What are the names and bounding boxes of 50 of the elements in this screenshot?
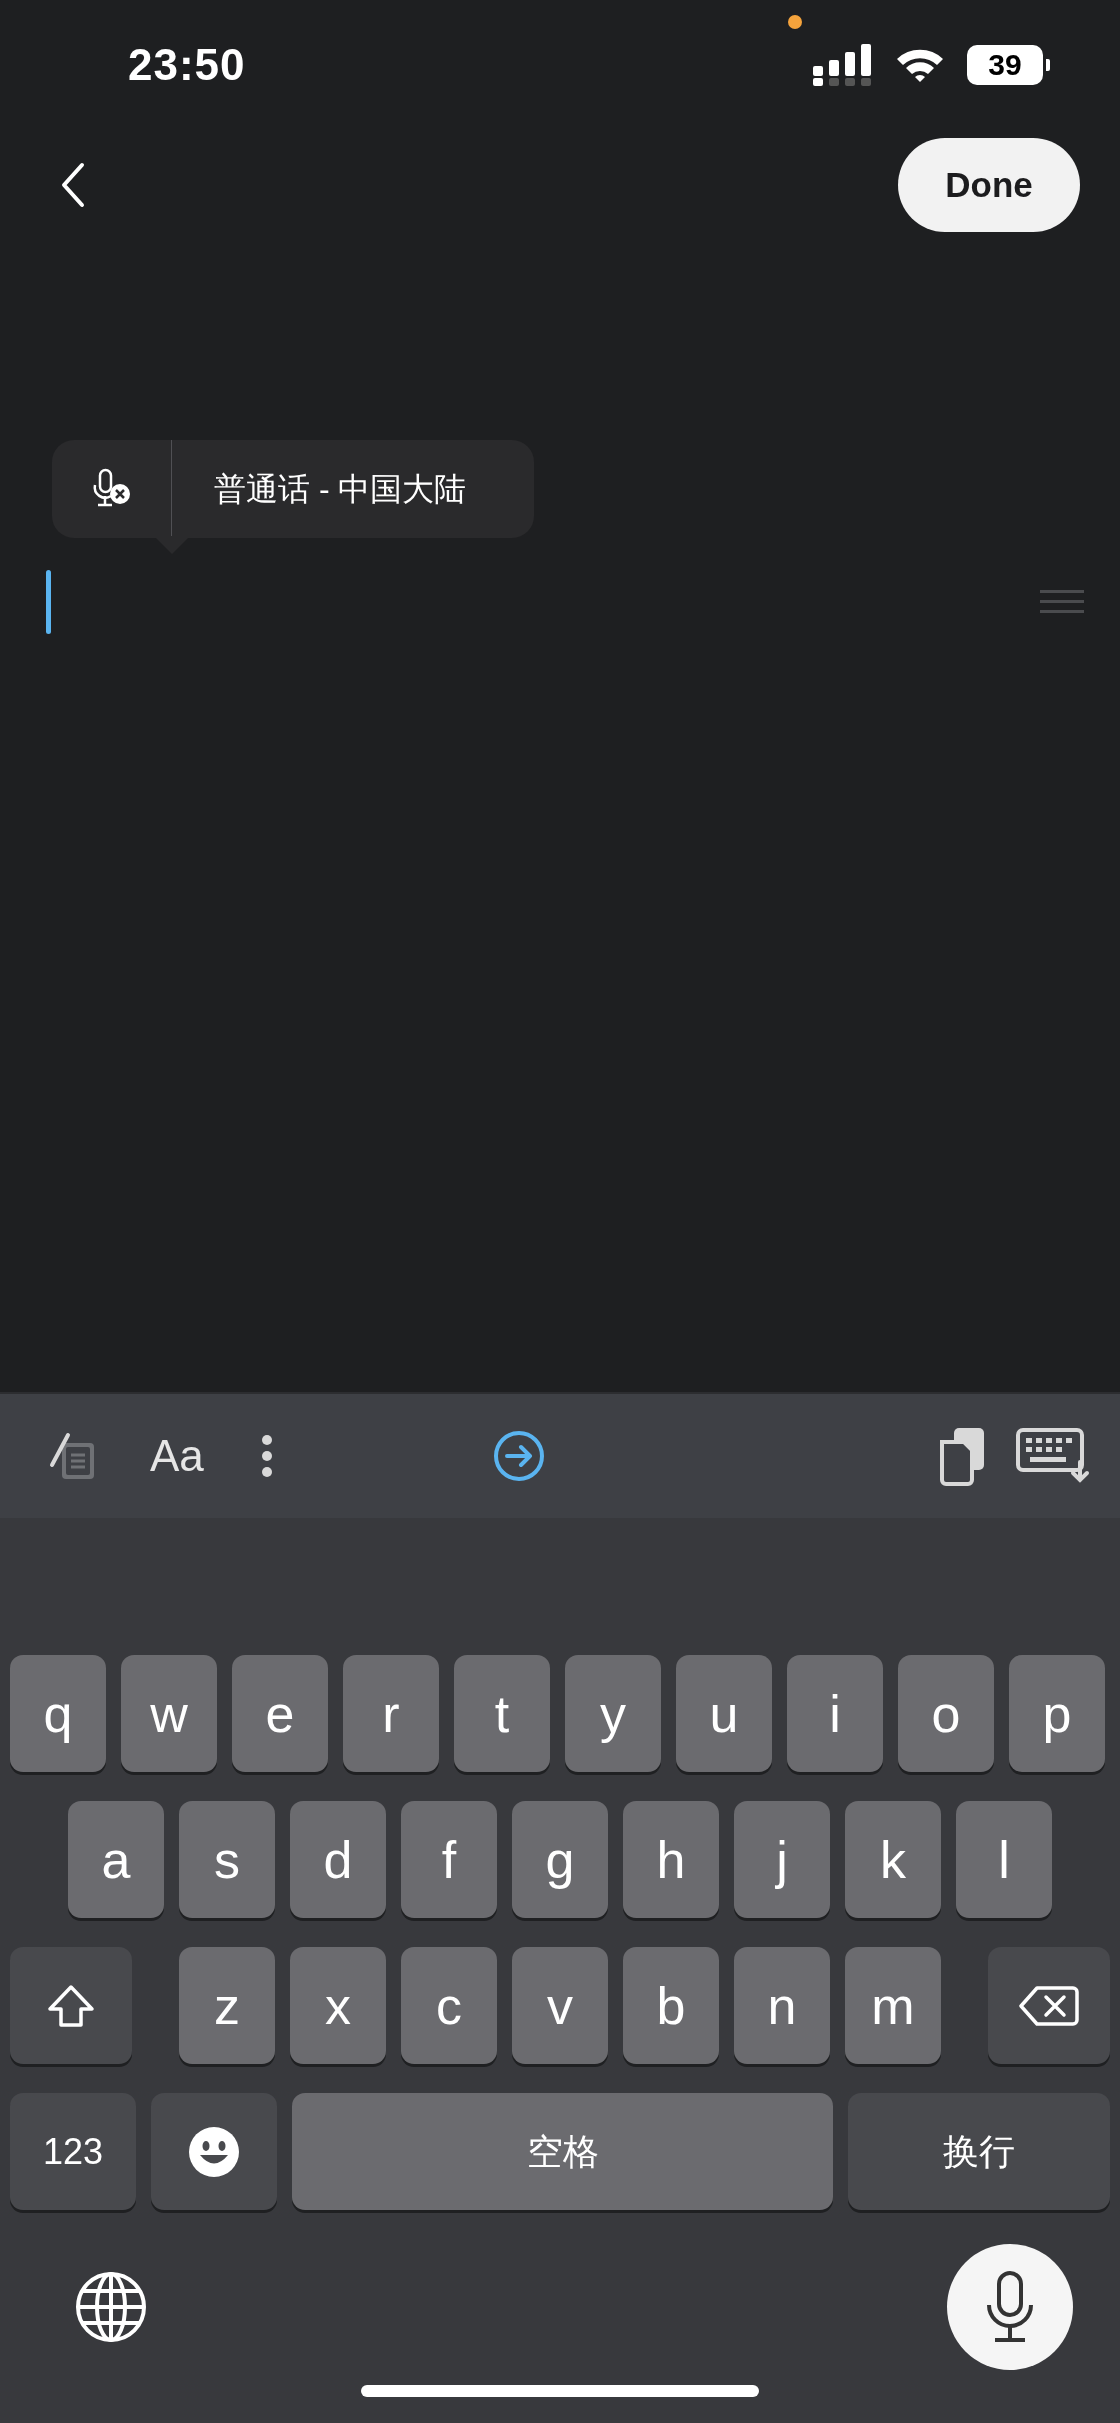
key[interactable]: v bbox=[512, 1947, 608, 2064]
key[interactable]: k bbox=[845, 1801, 941, 1918]
key[interactable]: m bbox=[845, 1947, 941, 2064]
key[interactable]: q bbox=[10, 1655, 106, 1772]
keyboard-icon[interactable] bbox=[1016, 1428, 1092, 1484]
key[interactable]: w bbox=[121, 1655, 217, 1772]
emoji-key[interactable] bbox=[151, 2093, 277, 2210]
key[interactable]: e bbox=[232, 1655, 328, 1772]
shift-key[interactable] bbox=[10, 1947, 132, 2064]
delete-icon bbox=[1019, 1984, 1079, 2027]
smiley-icon bbox=[188, 2125, 240, 2178]
space-key[interactable]: 空格 bbox=[292, 2093, 833, 2210]
key[interactable]: h bbox=[623, 1801, 719, 1918]
key[interactable]: d bbox=[290, 1801, 386, 1918]
wifi-icon bbox=[895, 47, 945, 83]
key[interactable]: o bbox=[898, 1655, 994, 1772]
key[interactable]: f bbox=[401, 1801, 497, 1918]
format-button[interactable]: Aa bbox=[150, 1423, 204, 1489]
mic-icon bbox=[985, 2271, 1035, 2343]
key[interactable]: r bbox=[343, 1655, 439, 1772]
drag-handle-icon[interactable] bbox=[1040, 590, 1084, 614]
key[interactable]: z bbox=[179, 1947, 275, 2064]
dictation-language: 普通话 - 中国大陆 bbox=[213, 470, 467, 509]
key[interactable]: y bbox=[565, 1655, 661, 1772]
shift-icon bbox=[46, 1982, 96, 2029]
key[interactable]: x bbox=[290, 1947, 386, 2064]
privacy-indicator-dot bbox=[788, 15, 802, 29]
key[interactable]: a bbox=[68, 1801, 164, 1918]
globe-icon[interactable] bbox=[75, 2271, 147, 2343]
arrow-circle-icon[interactable] bbox=[491, 1429, 546, 1483]
more-icon[interactable] bbox=[259, 1434, 274, 1478]
key[interactable]: j bbox=[734, 1801, 830, 1918]
key[interactable]: u bbox=[676, 1655, 772, 1772]
key[interactable]: c bbox=[401, 1947, 497, 2064]
key[interactable]: p bbox=[1009, 1655, 1105, 1772]
text-cursor bbox=[46, 570, 51, 634]
key[interactable]: b bbox=[623, 1947, 719, 2064]
delete-key[interactable] bbox=[988, 1947, 1110, 2064]
key[interactable]: i bbox=[787, 1655, 883, 1772]
key[interactable]: g bbox=[512, 1801, 608, 1918]
status-time: 23:50 bbox=[128, 39, 246, 91]
done-button[interactable]: Done bbox=[898, 138, 1080, 232]
return-key[interactable]: 换行 bbox=[848, 2093, 1110, 2210]
key[interactable]: n bbox=[734, 1947, 830, 2064]
signal-icon bbox=[813, 44, 873, 86]
key[interactable]: l bbox=[956, 1801, 1052, 1918]
key[interactable]: t bbox=[454, 1655, 550, 1772]
documents-icon[interactable] bbox=[938, 1426, 986, 1486]
key[interactable]: s bbox=[179, 1801, 275, 1918]
numbers-key[interactable]: 123 bbox=[10, 2093, 136, 2210]
